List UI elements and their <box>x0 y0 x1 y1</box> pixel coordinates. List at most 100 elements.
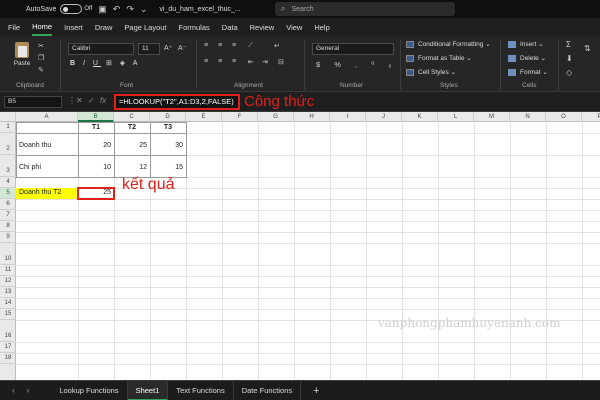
row-header[interactable]: 7 <box>0 210 16 221</box>
cell-b5[interactable]: 25 <box>78 189 111 196</box>
cell-c1[interactable]: T2 <box>114 124 150 131</box>
undo-icon[interactable]: ↶ <box>113 4 121 15</box>
tab-home[interactable]: Home <box>32 19 53 36</box>
align-left-icon[interactable]: ≡ <box>204 58 208 65</box>
tab-review[interactable]: Review <box>250 20 275 35</box>
column-header[interactable]: J <box>366 112 402 122</box>
row-header[interactable]: 6 <box>0 199 16 210</box>
cell-d3[interactable]: 15 <box>150 164 183 171</box>
add-sheet-icon[interactable]: + <box>313 385 319 397</box>
row-header[interactable]: 5 <box>0 188 16 199</box>
tab-file[interactable]: File <box>8 20 20 35</box>
column-header[interactable]: P <box>582 112 600 122</box>
column-header[interactable]: C <box>114 112 150 122</box>
cell-b1[interactable]: T1 <box>78 124 114 131</box>
column-header[interactable]: B <box>78 112 114 122</box>
align-right-icon[interactable]: ≡ <box>232 58 236 65</box>
align-top-icon[interactable]: ≡ <box>204 42 208 49</box>
row-header[interactable]: 15 <box>0 309 16 320</box>
shrink-font-icon[interactable]: A⁻ <box>178 44 186 52</box>
italic-icon[interactable]: I <box>83 60 88 67</box>
customize-toolbar-icon[interactable]: ⌄ <box>140 4 148 15</box>
align-middle-icon[interactable]: ≡ <box>218 42 222 49</box>
row-header[interactable]: 1 <box>0 122 16 133</box>
more-icon[interactable]: ⋮ <box>68 96 76 105</box>
row-header[interactable]: 10 <box>0 243 16 265</box>
row-header[interactable]: 8 <box>0 221 16 232</box>
number-format-select[interactable]: General <box>312 43 394 55</box>
font-color-icon[interactable]: A <box>133 60 141 67</box>
name-box[interactable]: B5 <box>4 96 62 108</box>
cell-a5[interactable]: Doanh thu T2 <box>19 189 61 196</box>
prev-sheet-icon[interactable]: ‹ <box>12 386 15 395</box>
sheet-tab-sheet1[interactable]: Sheet1 <box>127 380 169 400</box>
autosave-toggle[interactable] <box>60 4 83 14</box>
cell-d2[interactable]: 30 <box>150 142 183 149</box>
tab-data[interactable]: Data <box>222 20 238 35</box>
align-center-icon[interactable]: ≡ <box>218 58 222 65</box>
column-header[interactable]: H <box>294 112 330 122</box>
sort-filter-icon[interactable]: ⇅ <box>584 44 591 53</box>
row-header[interactable]: 18 <box>0 353 16 364</box>
formula-input[interactable]: =HLOOKUP("T2",A1:D3,2,FALSE) <box>114 94 240 110</box>
tab-insert[interactable]: Insert <box>64 20 83 35</box>
cell-b3[interactable]: 10 <box>78 164 111 171</box>
column-header[interactable]: G <box>258 112 294 122</box>
next-sheet-icon[interactable]: › <box>27 386 30 395</box>
cell-a2[interactable]: Doanh thu <box>19 142 51 149</box>
cell-d1[interactable]: T3 <box>150 124 186 131</box>
row-header[interactable]: 3 <box>0 155 16 177</box>
column-header[interactable]: E <box>186 112 222 122</box>
row-header[interactable]: 14 <box>0 298 16 309</box>
tab-page-layout[interactable]: Page Layout <box>124 20 166 35</box>
cancel-icon[interactable]: ✕ <box>76 96 83 105</box>
format-as-table-button[interactable]: Format as Table ⌄ <box>406 54 472 62</box>
search-box[interactable]: ⌕ Search <box>275 2 455 16</box>
merge-center-icon[interactable]: ⊟ <box>278 58 284 66</box>
column-header[interactable]: K <box>402 112 438 122</box>
tab-draw[interactable]: Draw <box>95 20 113 35</box>
sheet-tab-date-functions[interactable]: Date Functions <box>234 380 302 400</box>
insert-cells-button[interactable]: Insert ⌄ <box>508 40 544 48</box>
bold-icon[interactable]: B <box>70 60 78 67</box>
align-bottom-icon[interactable]: ≡ <box>232 42 236 49</box>
autosum-icon[interactable]: Σ <box>566 40 571 49</box>
row-header[interactable]: 13 <box>0 287 16 298</box>
format-painter-icon[interactable]: ✎ <box>38 66 44 74</box>
percent-icon[interactable]: % <box>334 60 347 69</box>
decrease-decimal-icon[interactable]: ₀ <box>388 60 397 69</box>
delete-cells-button[interactable]: Delete ⌄ <box>508 54 546 62</box>
column-header[interactable]: M <box>474 112 510 122</box>
row-header[interactable]: 2 <box>0 133 16 155</box>
column-header[interactable]: N <box>510 112 546 122</box>
clear-icon[interactable]: ◇ <box>566 68 572 77</box>
cell-c2[interactable]: 25 <box>114 142 147 149</box>
orientation-icon[interactable]: ⟋ <box>248 42 253 50</box>
outdent-icon[interactable]: ⇥ <box>262 58 268 66</box>
font-size-select[interactable]: 11 <box>138 43 160 55</box>
tab-formulas[interactable]: Formulas <box>179 20 210 35</box>
tab-view[interactable]: View <box>286 20 302 35</box>
cell-a3[interactable]: Chi phí <box>19 164 41 171</box>
row-header[interactable]: 9 <box>0 232 16 243</box>
comma-icon[interactable]: , <box>355 60 363 69</box>
column-header[interactable]: L <box>438 112 474 122</box>
column-header[interactable]: A <box>16 112 78 122</box>
row-header[interactable]: 4 <box>0 177 16 188</box>
cut-icon[interactable]: ✂ <box>38 42 44 50</box>
enter-icon[interactable]: ✓ <box>88 96 95 105</box>
column-header[interactable]: I <box>330 112 366 122</box>
row-header[interactable]: 16 <box>0 320 16 342</box>
select-all-corner[interactable] <box>0 112 16 122</box>
sheet-tab-lookup-functions[interactable]: Lookup Functions <box>51 380 128 400</box>
accounting-icon[interactable]: $ <box>316 60 326 69</box>
indent-icon[interactable]: ⇤ <box>248 58 254 66</box>
cell-b2[interactable]: 20 <box>78 142 111 149</box>
conditional-formatting-button[interactable]: Conditional Formatting ⌄ <box>406 40 491 48</box>
cell-styles-button[interactable]: Cell Styles ⌄ <box>406 68 456 76</box>
fill-icon[interactable]: ⬇ <box>566 54 573 63</box>
cell-c3[interactable]: 12 <box>114 164 147 171</box>
font-name-select[interactable]: Calibri <box>68 43 134 55</box>
tab-help[interactable]: Help <box>314 20 329 35</box>
paste-button[interactable]: Paste <box>10 42 34 72</box>
